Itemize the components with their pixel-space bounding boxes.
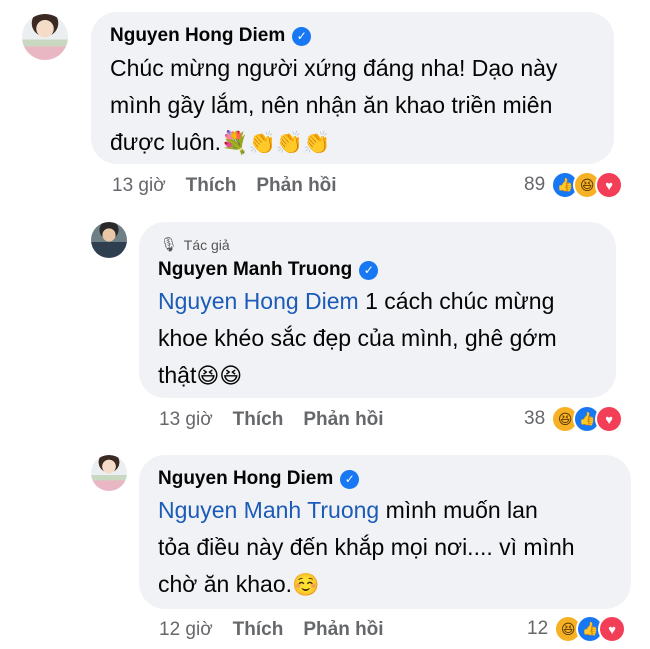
comment-line: thật😆😆 [158,357,613,394]
laughing-emoji-icon: 😆😆 [196,363,243,388]
timestamp[interactable]: 13 giờ [112,175,166,197]
love-reaction-icon: ♥ [595,405,624,433]
comment-line-text: chờ ăn khao. [158,571,293,597]
comment-actions: 13 giờ Thích Phản hồi [159,409,384,431]
reaction-count: 38 [524,408,546,429]
comment-author[interactable]: Nguyen Hong Diem ✓ [158,468,360,490]
like-button[interactable]: Thích [233,619,284,641]
author-tag: 🎙 Tác giả [160,236,230,253]
avatar[interactable] [91,455,127,491]
bouquet-clap-emoji-icon: 💐👏👏👏 [221,130,331,155]
reply-button[interactable]: Phản hồi [303,619,383,641]
comment-line: chờ ăn khao.☺️ [158,566,628,603]
comment-line: Nguyen Hong Diem 1 cách chúc mừng [158,283,613,320]
mention-link[interactable]: Nguyen Manh Truong [158,497,379,523]
avatar[interactable] [22,14,68,60]
comment-line: được luôn.💐👏👏👏 [110,124,610,161]
comment-actions: 12 giờ Thích Phản hồi [159,619,384,641]
author-name[interactable]: Nguyen Manh Truong [158,259,352,281]
timestamp[interactable]: 13 giờ [159,409,213,431]
comment-text: Nguyen Manh Truong mình muốn lan tỏa điề… [158,492,628,603]
comment-line: tỏa điều này đến khắp mọi nơi.... vì mìn… [158,534,575,560]
love-reaction-icon: ♥ [598,615,627,643]
reply-button[interactable]: Phản hồi [303,409,383,431]
mention-link[interactable]: Nguyen Hong Diem [158,288,359,314]
comment-line: mình gầy lắm, nên nhận ăn khao triền miê… [110,92,553,118]
author-name[interactable]: Nguyen Hong Diem [158,468,333,490]
reaction-count: 12 [527,618,549,639]
reaction-summary[interactable]: 38 😆 👍 ♥ [524,405,624,433]
comment-author[interactable]: Nguyen Manh Truong ✓ [158,259,379,281]
comment-line-text: được luôn. [110,129,222,155]
comment-actions: 13 giờ Thích Phản hồi [112,175,337,197]
verified-badge-icon: ✓ [340,469,360,489]
reaction-summary[interactable]: 89 👍 😆 ♥ [524,171,624,199]
reply-button[interactable]: Phản hồi [256,175,336,197]
comment-text: Chúc mừng người xứng đáng nha! Dạo này m… [110,50,610,161]
reaction-count: 89 [524,174,546,195]
love-reaction-icon: ♥ [595,171,624,199]
verified-badge-icon: ✓ [359,260,379,280]
timestamp[interactable]: 12 giờ [159,619,213,641]
reaction-summary[interactable]: 12 😆 👍 ♥ [527,615,627,643]
microphone-icon: 🎙 [160,236,178,252]
comment-text: Nguyen Hong Diem 1 cách chúc mừng khoe k… [158,283,613,394]
avatar[interactable] [91,222,127,258]
comment-line: khoe khéo sắc đẹp của mình, ghê gớm [158,325,557,351]
comment-line-text: thật [158,362,197,388]
comment-line: Nguyen Manh Truong mình muốn lan [158,492,628,529]
comment-line-text: mình muốn lan [379,497,538,523]
comment-line-text: 1 cách chúc mừng [358,288,555,314]
smiling-emoji-icon: ☺️ [292,572,320,597]
comment-author[interactable]: Nguyen Hong Diem ✓ [110,25,312,47]
author-name[interactable]: Nguyen Hong Diem [110,25,285,47]
comment-line: Chúc mừng người xứng đáng nha! Dạo này [110,55,558,81]
like-button[interactable]: Thích [233,409,284,431]
verified-badge-icon: ✓ [292,26,312,46]
author-tag-label: Tác giả [183,236,230,253]
like-button[interactable]: Thích [186,175,237,197]
